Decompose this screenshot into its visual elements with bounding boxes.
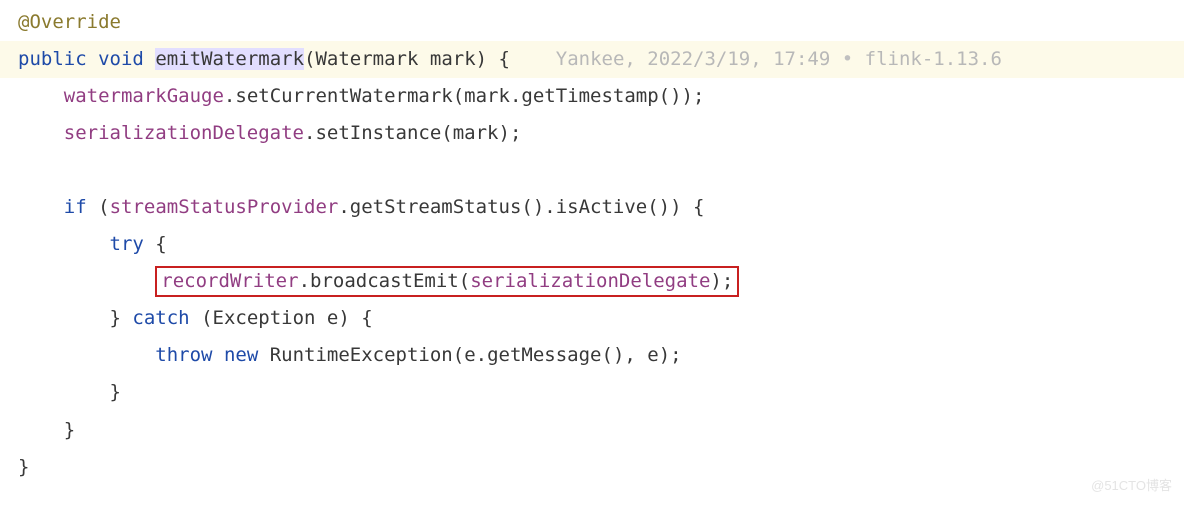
close-brace-line: } [18, 412, 1166, 449]
throw-line: throw new RuntimeException(e.getMessage(… [18, 337, 1166, 374]
try-line: try { [18, 226, 1166, 263]
method-signature-line: public void emitWatermark(Watermark mark… [0, 41, 1184, 78]
code-line: watermarkGauge.setCurrentWatermark(mark.… [18, 78, 1166, 115]
bullet-icon: • [842, 48, 853, 70]
highlighted-call: recordWriter.broadcastEmit(serialization… [155, 266, 739, 297]
watermark-text: @51CTO博客 [1091, 473, 1172, 498]
code-line: serializationDelegate.setInstance(mark); [18, 115, 1166, 152]
code-block: @Override public void emitWatermark(Wate… [0, 0, 1184, 486]
if-line: if (streamStatusProvider.getStreamStatus… [18, 189, 1166, 226]
override-annotation: @Override [18, 11, 121, 33]
close-brace-line: } [18, 374, 1166, 411]
annotation-line: @Override [18, 4, 1166, 41]
commit-project: flink-1.13.6 [865, 48, 1002, 70]
catch-line: } catch (Exception e) { [18, 300, 1166, 337]
close-brace-line: } [18, 449, 1166, 486]
commit-date: 2022/3/19, 17:49 [647, 48, 830, 70]
commit-author: Yankee [556, 48, 625, 70]
method-name: emitWatermark [155, 48, 304, 70]
blank-line [18, 152, 1166, 189]
highlighted-line: recordWriter.broadcastEmit(serialization… [18, 263, 1166, 300]
